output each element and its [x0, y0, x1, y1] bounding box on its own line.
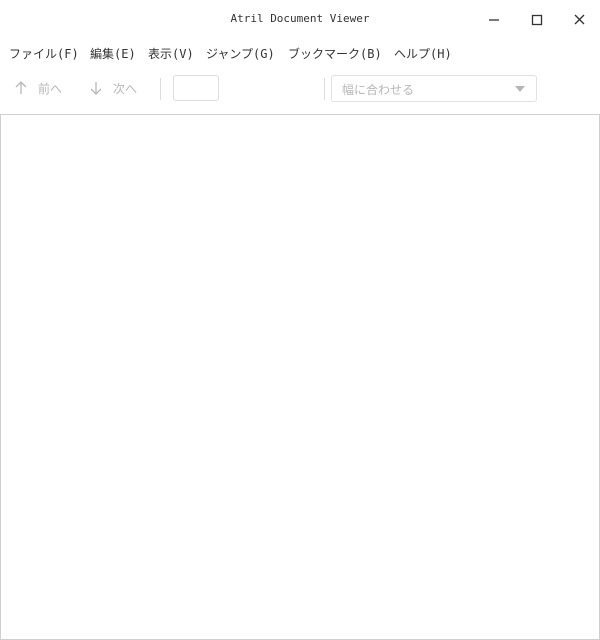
arrow-down-icon — [90, 82, 102, 95]
menu-bookmarks[interactable]: ブックマーク(B) — [288, 45, 382, 62]
maximize-button[interactable] — [525, 10, 549, 30]
document-view[interactable] — [0, 114, 600, 640]
minimize-button[interactable] — [482, 10, 506, 30]
menu-view[interactable]: 表示(V) — [148, 45, 194, 62]
toolbar: 前へ 次へ 幅に合わせる — [0, 66, 600, 112]
chevron-down-icon — [515, 86, 525, 92]
zoom-select-value: 幅に合わせる — [342, 83, 415, 97]
title-bar[interactable]: Atril Document Viewer — [0, 0, 600, 40]
previous-page-button[interactable]: 前へ — [13, 77, 62, 99]
minimize-icon — [489, 19, 499, 21]
arrow-up-icon — [15, 81, 27, 94]
zoom-select[interactable]: 幅に合わせる — [331, 75, 537, 102]
close-icon — [574, 14, 585, 25]
toolbar-separator — [324, 78, 325, 100]
menu-file[interactable]: ファイル(F) — [9, 45, 79, 62]
page-number-input[interactable] — [173, 75, 219, 101]
atril-window: Atril Document Viewer ファイル(F) 編集(E) 表示(V… — [0, 0, 600, 640]
window-title: Atril Document Viewer — [230, 12, 370, 25]
next-page-button[interactable]: 次へ — [88, 77, 137, 99]
menu-help[interactable]: ヘルプ(H) — [394, 45, 452, 62]
next-page-label: 次へ — [113, 81, 138, 96]
maximize-icon — [531, 14, 543, 26]
close-button[interactable] — [568, 10, 592, 30]
menu-bar: ファイル(F) 編集(E) 表示(V) ジャンプ(G) ブックマーク(B) ヘル… — [0, 40, 600, 64]
menu-edit[interactable]: 編集(E) — [90, 45, 136, 62]
toolbar-separator — [160, 78, 161, 100]
menu-go[interactable]: ジャンプ(G) — [206, 45, 275, 62]
previous-page-label: 前へ — [38, 81, 63, 96]
